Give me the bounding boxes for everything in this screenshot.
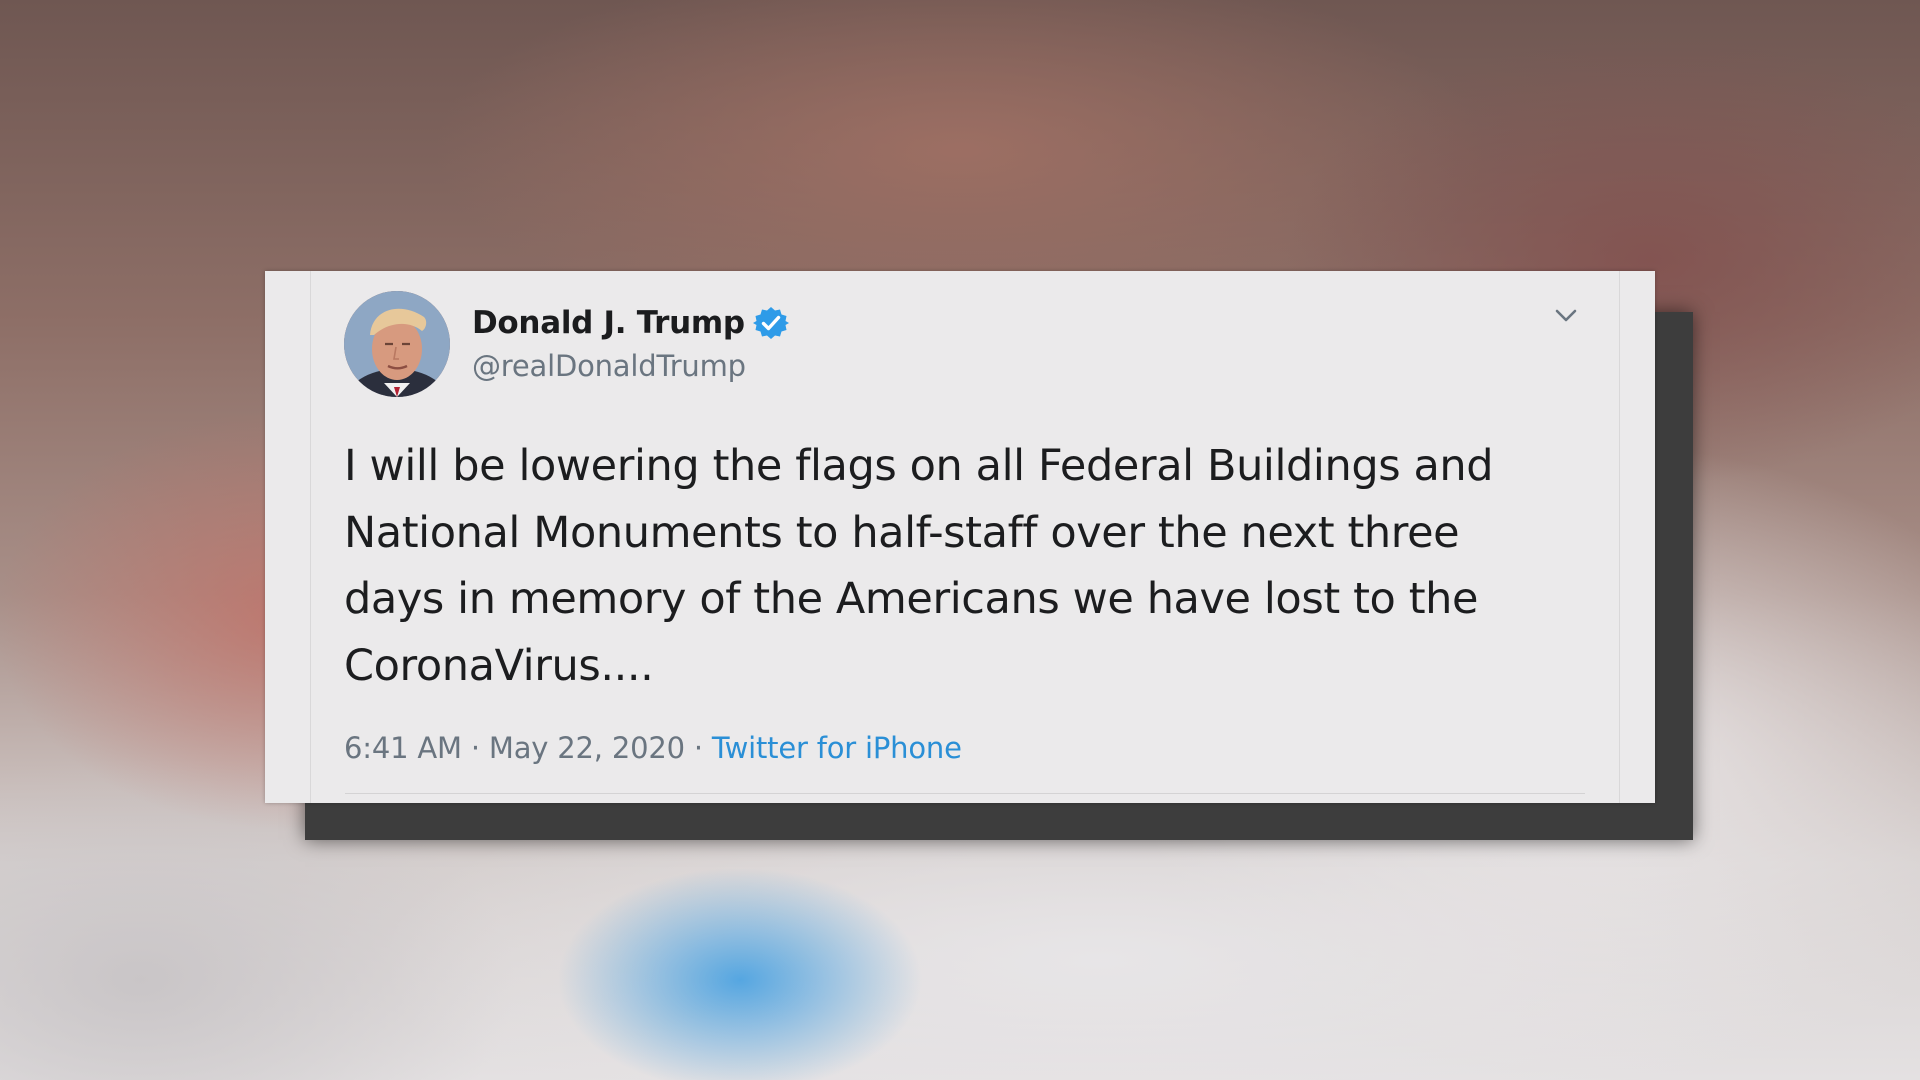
tweet-time[interactable]: 6:41 AM <box>344 731 462 765</box>
tweet-source-link[interactable]: Twitter for iPhone <box>712 731 962 765</box>
broadcast-frame: Donald J. Trump @realDonaldTrump I will … <box>0 0 1920 1080</box>
card-border-left <box>310 271 311 803</box>
author-row: Donald J. Trump <box>472 301 789 345</box>
profile-photo-icon <box>344 291 450 397</box>
display-name[interactable]: Donald J. Trump <box>472 305 745 341</box>
tweet-meta: 6:41 AM · May 22, 2020 · Twitter for iPh… <box>344 731 962 765</box>
tweet-date[interactable]: May 22, 2020 <box>489 731 685 765</box>
card-border-right <box>1619 271 1620 803</box>
meta-separator: · <box>693 731 703 765</box>
card-divider <box>345 793 1585 794</box>
verified-badge-icon <box>752 307 789 339</box>
user-handle[interactable]: @realDonaldTrump <box>472 349 746 383</box>
meta-separator: · <box>470 731 480 765</box>
tweet-card: Donald J. Trump @realDonaldTrump I will … <box>265 271 1655 803</box>
avatar[interactable] <box>344 291 450 397</box>
tweet-text: I will be lowering the flags on all Fede… <box>344 441 1494 691</box>
chevron-down-icon[interactable] <box>1550 299 1582 331</box>
